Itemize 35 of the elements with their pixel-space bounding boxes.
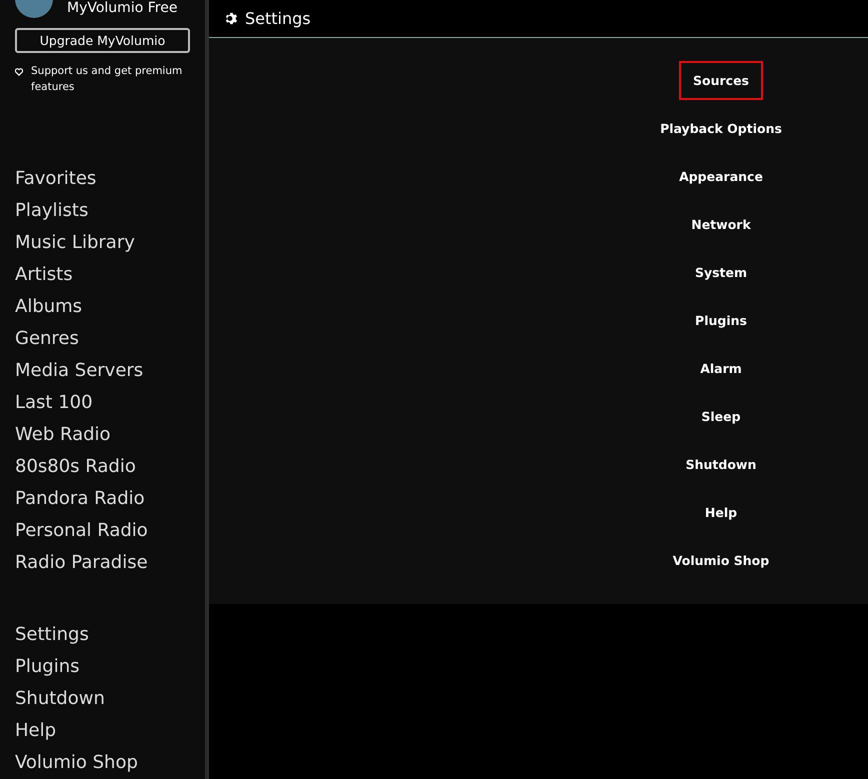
settings-menu-item[interactable]: Appearance: [665, 156, 777, 196]
settings-menu-item[interactable]: Plugins: [681, 300, 761, 340]
settings-menu-item[interactable]: System: [680, 252, 762, 292]
sidebar-item[interactable]: Genres: [15, 323, 205, 355]
sidebar-item[interactable]: Media Servers: [15, 355, 205, 387]
settings-menu-item[interactable]: Network: [677, 204, 765, 244]
settings-menu-item[interactable]: Alarm: [686, 348, 756, 388]
sidebar-item[interactable]: Last 100: [15, 387, 205, 419]
settings-menu-item[interactable]: Playback Options: [646, 108, 796, 148]
sidebar-item[interactable]: Volumio Shop: [15, 747, 205, 779]
settings-menu-item[interactable]: Help: [690, 492, 752, 532]
premium-note: Support us and get premium features: [31, 64, 184, 95]
heart-icon: [15, 68, 23, 76]
settings-menu-item[interactable]: Sleep: [687, 396, 755, 436]
sidebar-item[interactable]: Playlists: [15, 195, 205, 227]
sidebar-item[interactable]: Artists: [15, 259, 205, 291]
sidebar-item[interactable]: Shutdown: [15, 683, 205, 715]
account-name: MyVolumio Free: [67, 0, 178, 16]
sidebar-item[interactable]: Web Radio: [15, 419, 205, 451]
upgrade-button[interactable]: Upgrade MyVolumio: [15, 28, 190, 53]
sidebar-item[interactable]: Music Library: [15, 227, 205, 259]
sidebar-item[interactable]: Personal Radio: [15, 515, 205, 547]
sidebar-item[interactable]: 80s80s Radio: [15, 451, 205, 483]
settings-menu-item[interactable]: Sources: [679, 60, 763, 100]
sidebar-item[interactable]: Help: [15, 715, 205, 747]
sidebar-item[interactable]: Settings: [15, 619, 205, 651]
sidebar-item[interactable]: Albums: [15, 291, 205, 323]
sidebar-item[interactable]: Plugins: [15, 651, 205, 683]
page-title: Settings: [245, 9, 311, 28]
settings-menu-item[interactable]: Shutdown: [672, 444, 770, 484]
sidebar-item[interactable]: Radio Paradise: [15, 547, 205, 579]
sidebar-item[interactable]: Favorites: [15, 163, 205, 195]
sidebar-item[interactable]: Pandora Radio: [15, 483, 205, 515]
settings-menu-item[interactable]: Volumio Shop: [658, 540, 784, 580]
gear-icon: [224, 11, 239, 26]
